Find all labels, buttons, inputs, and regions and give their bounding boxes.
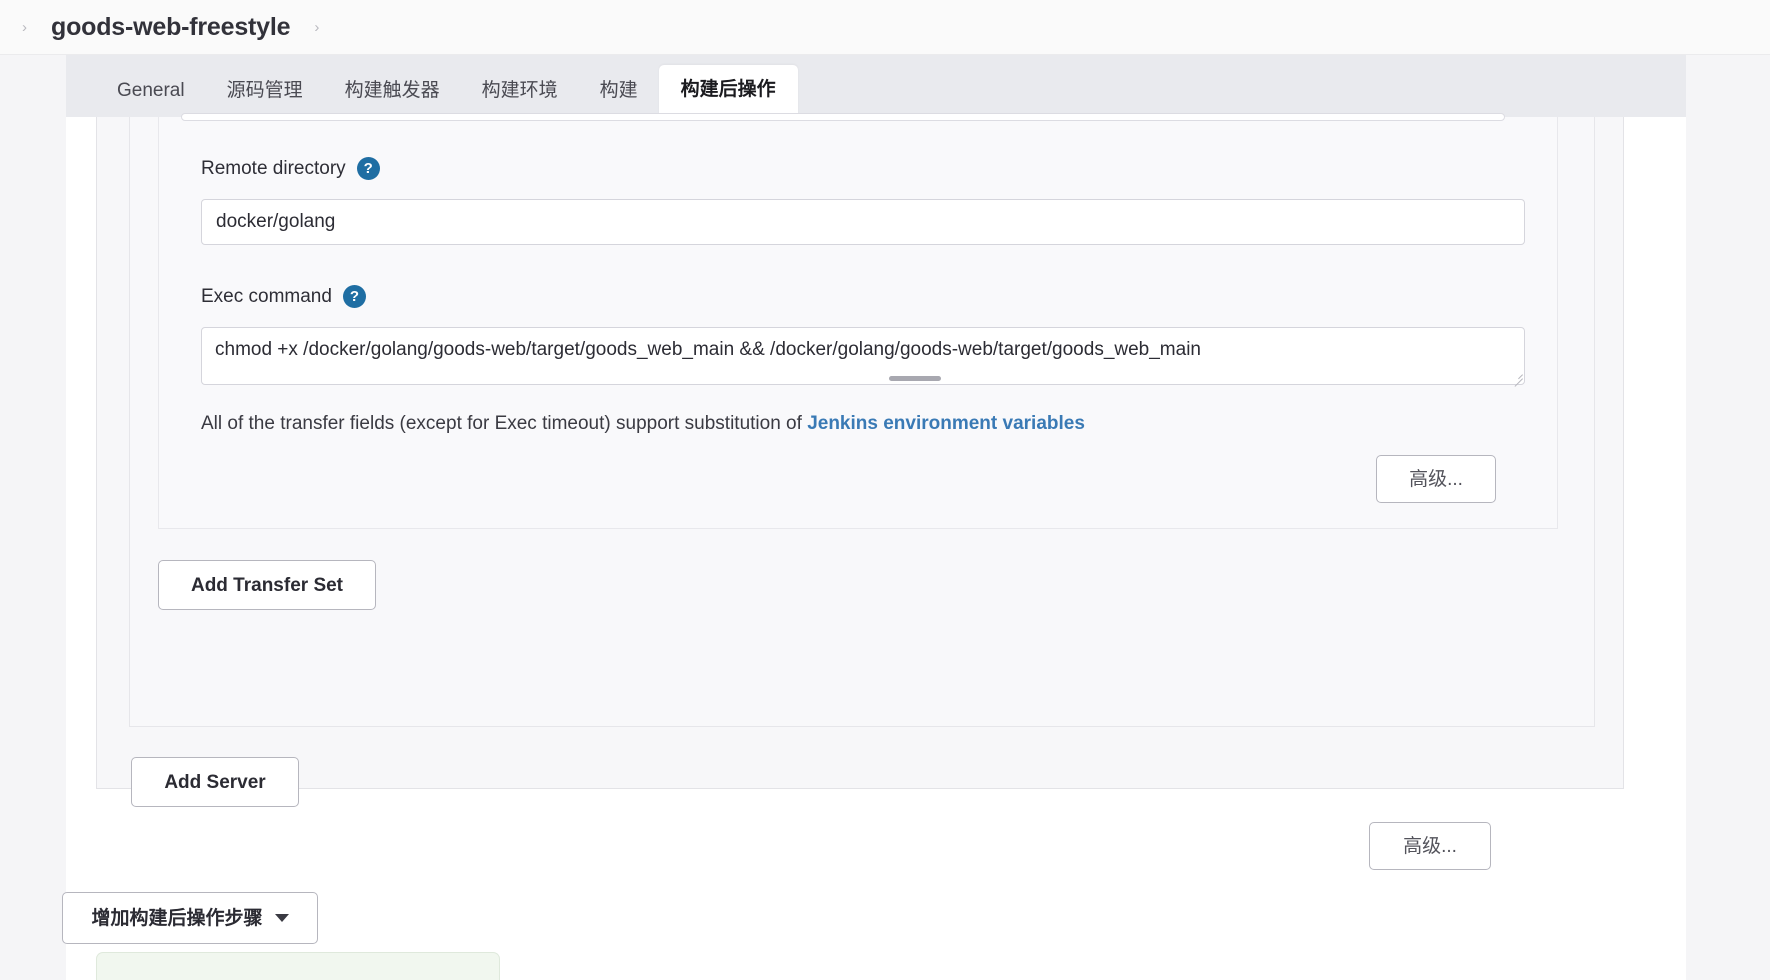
jenkins-environment-variables-link[interactable]: Jenkins environment variables — [807, 413, 1085, 434]
advanced-server-button[interactable]: 高级... — [1369, 822, 1491, 870]
breadcrumb: › goods-web-freestyle › — [0, 0, 1770, 55]
breadcrumb-trailing-caret-icon[interactable]: › — [314, 20, 319, 35]
help-icon[interactable]: ? — [356, 157, 380, 180]
help-icon[interactable]: ? — [342, 285, 366, 308]
remote-directory-label: Remote directory ? — [201, 157, 380, 180]
chevron-down-icon — [274, 914, 289, 922]
add-post-build-step-dropdown[interactable]: 增加构建后操作步骤 — [62, 892, 318, 944]
exec-command-label-text: Exec command — [201, 285, 332, 307]
exec-command-field-wrapper — [201, 327, 1525, 387]
config-tab-bar: General 源码管理 构建触发器 构建环境 构建 构建后操作 — [66, 55, 1686, 117]
add-post-build-step-label: 增加构建后操作步骤 — [91, 907, 263, 929]
transfer-fields-note-prefix: All of the transfer fields (except for E… — [201, 413, 808, 434]
remote-directory-label-text: Remote directory — [201, 157, 346, 179]
tab-build[interactable]: 构建 — [579, 67, 659, 117]
transfer-set-block: Remote directory ? Exec command ? — [158, 113, 1558, 529]
config-page-body: Remote directory ? Exec command ? — [62, 113, 1686, 980]
page-title[interactable]: goods-web-freestyle — [51, 13, 291, 42]
add-server-button[interactable]: Add Server — [131, 757, 299, 807]
tab-build-triggers[interactable]: 构建触发器 — [324, 67, 461, 117]
source-files-input-partial[interactable] — [181, 113, 1505, 121]
tab-post-build-actions[interactable]: 构建后操作 — [658, 65, 798, 117]
transfer-fields-note: All of the transfer fields (except for E… — [201, 413, 1085, 435]
tab-build-environment[interactable]: 构建环境 — [461, 67, 579, 117]
save-apply-panel — [96, 952, 500, 980]
exec-command-horizontal-scrollbar[interactable] — [204, 374, 1522, 383]
exec-command-label: Exec command ? — [201, 285, 366, 308]
post-build-actions-section: Remote directory ? Exec command ? — [96, 113, 1624, 870]
tab-source-code-management[interactable]: 源码管理 — [206, 67, 324, 117]
tab-general[interactable]: General — [96, 67, 206, 117]
advanced-transfer-button[interactable]: 高级... — [1376, 455, 1496, 503]
breadcrumb-leading-caret-icon: › — [22, 18, 27, 36]
add-transfer-set-button[interactable]: Add Transfer Set — [158, 560, 376, 610]
remote-directory-input[interactable] — [201, 199, 1525, 245]
exec-command-scrollbar-thumb[interactable] — [889, 376, 942, 381]
ssh-server-block: Remote directory ? Exec command ? — [129, 113, 1595, 727]
